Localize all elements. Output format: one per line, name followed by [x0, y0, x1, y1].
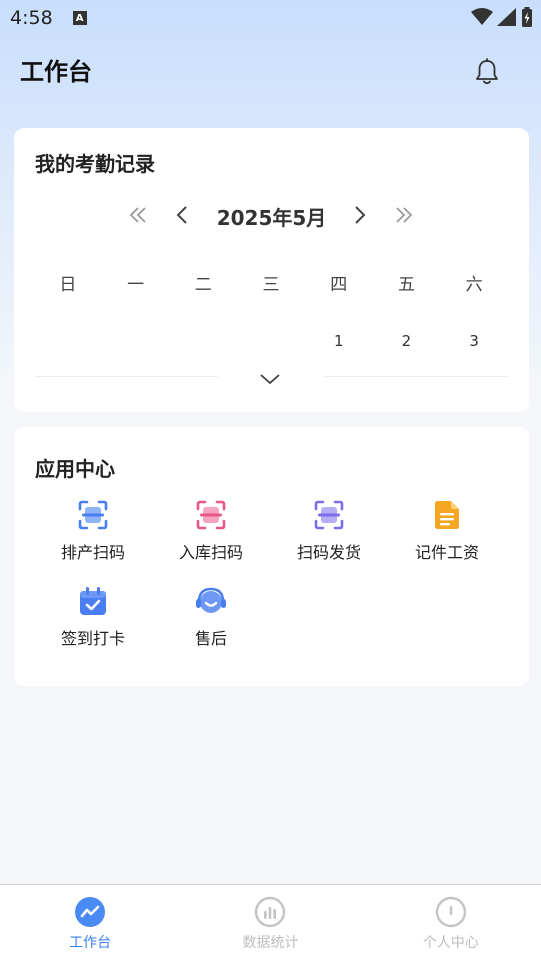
attendance-card: 我的考勤记录 2025年5月 日 一 二 三 四 五 六 1 2 3: [14, 128, 529, 412]
calendar-check-icon: [80, 587, 106, 615]
weekday-label: 二: [194, 275, 212, 295]
scan-icon: [314, 500, 344, 530]
app-label: 记件工资: [414, 543, 479, 562]
calendar-day[interactable]: 1: [305, 332, 373, 350]
app-piece-wage[interactable]: 记件工资: [388, 499, 506, 569]
app-label: 入库扫码: [178, 543, 243, 562]
calendar-day: [34, 332, 102, 350]
chevron-down-icon[interactable]: [259, 372, 281, 386]
app-check-in[interactable]: 签到打卡: [34, 585, 152, 655]
battery-icon: [522, 7, 532, 27]
scan-icon: [78, 500, 108, 530]
weekday-header: 日 一 二 三 四 五 六: [34, 270, 508, 295]
signal-icon: [497, 8, 516, 26]
app-production-scan[interactable]: 排产扫码: [34, 499, 152, 569]
calendar-week-row: 1 2 3: [34, 332, 508, 350]
status-time: 4:58: [10, 7, 53, 29]
app-inbound-scan[interactable]: 入库扫码: [152, 499, 270, 569]
app-scan-ship[interactable]: 扫码发货: [270, 499, 388, 569]
page-title: 工作台: [20, 58, 92, 86]
bottom-tab-bar: 工作台 数据统计 个人中心: [0, 884, 541, 961]
tab-label: 工作台: [69, 935, 112, 951]
month-label: 2025年5月: [216, 206, 327, 230]
headset-icon: [196, 587, 226, 613]
calendar-day: [102, 332, 170, 350]
weekday-label: 六: [465, 275, 483, 295]
wifi-icon: [471, 8, 493, 25]
attendance-title: 我的考勤记录: [35, 152, 155, 176]
calendar-day: [169, 332, 237, 350]
trend-icon: [75, 897, 106, 927]
bar-chart-icon: [255, 896, 286, 928]
divider: [35, 376, 218, 377]
calendar-day[interactable]: 2: [373, 332, 441, 350]
weekday-label: 一: [127, 275, 145, 295]
app-center-card: 应用中心 排产扫码 入库扫码 扫码发货 记件工资 签到打卡 售后: [14, 427, 529, 686]
tab-workbench[interactable]: 工作台: [0, 885, 180, 961]
app-center-title: 应用中心: [35, 457, 115, 481]
month-navigator: 2025年5月: [14, 200, 529, 230]
app-label: 售后: [194, 629, 227, 648]
document-icon: [435, 501, 459, 529]
tab-label: 个人中心: [422, 935, 479, 951]
status-icons: [471, 7, 533, 27]
notification-icon: A: [72, 11, 87, 25]
next-year-icon[interactable]: [392, 203, 416, 227]
tab-label: 数据统计: [242, 935, 299, 951]
scan-icon: [196, 500, 226, 530]
app-label: 签到打卡: [60, 629, 125, 648]
tab-statistics[interactable]: 数据统计: [180, 885, 360, 961]
app-label: 排产扫码: [60, 543, 125, 562]
calendar-day: [237, 332, 305, 350]
person-icon: [435, 896, 467, 928]
next-month-icon[interactable]: [347, 203, 371, 227]
weekday-label: 日: [59, 275, 77, 295]
weekday-label: 四: [330, 275, 348, 295]
divider: [325, 376, 508, 377]
status-bar: 4:58 A: [0, 0, 541, 36]
bell-icon[interactable]: [474, 58, 500, 86]
calendar-day[interactable]: 3: [440, 332, 508, 350]
app-after-sales[interactable]: 售后: [152, 585, 270, 655]
app-label: 扫码发货: [296, 543, 361, 562]
tab-profile[interactable]: 个人中心: [361, 885, 541, 961]
weekday-label: 三: [262, 275, 280, 295]
weekday-label: 五: [397, 275, 415, 295]
